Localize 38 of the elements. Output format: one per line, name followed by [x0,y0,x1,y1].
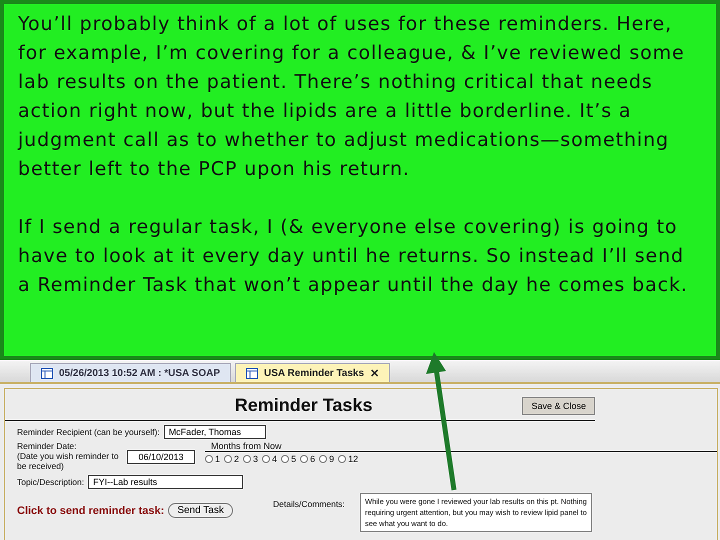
radio-label: 1 [215,454,220,464]
radio-button[interactable] [319,455,328,463]
field-hint: (Date you wish reminder to be received) [17,451,120,471]
save-close-button[interactable]: Save & Close [522,396,595,414]
radio-label: 6 [310,454,316,464]
radio-button[interactable] [338,455,346,463]
close-icon[interactable]: ✕ [370,366,380,380]
radio-button[interactable] [224,455,232,463]
tab[interactable]: USA Reminder Tasks ✕ [235,363,390,382]
radio-label: 3 [253,454,258,464]
radio-label: 12 [348,454,358,464]
months-label: Months from Now [205,441,717,452]
radio-button[interactable] [243,455,252,463]
field-label: Reminder Date: [17,441,78,451]
radio-label: 5 [291,454,296,464]
send-task-button[interactable]: Send Task [168,503,233,518]
radio-label: 2 [234,454,240,464]
send-prompt: Click to send reminder task: [17,504,164,516]
document-icon [246,368,258,378]
document-icon [41,368,53,378]
recipient-field[interactable]: McFader, Thomas [164,425,266,439]
field-label: Topic/Description: [17,477,84,487]
radio-label: 9 [329,454,334,464]
radio-button[interactable] [281,455,290,463]
date-field[interactable]: 06/10/2013 [127,450,195,464]
tab-label: USA Reminder Tasks [264,368,364,378]
radio-label: 4 [272,454,278,464]
radio-button[interactable] [205,455,213,463]
topic-field[interactable]: FYI--Lab results [88,475,244,489]
callout-text: If I send a regular task, I (& everyone else covering) is going to have to look at it every day until he returns. So instead I’ll send a Reminder Task that won’t appear until the day he comes back. [18,215,689,298]
radio-button[interactable] [262,455,270,463]
form-title: Reminder Tasks [234,395,372,416]
tab-label: 05/26/2013 10:52 AM : *USA SOAP [59,368,220,378]
field-label: Reminder Recipient (can be yourself): [17,427,160,437]
radio-button[interactable] [300,455,308,463]
callout-text: You’ll probably think of a lot of uses for these reminders. Here, for example, I’m covering for a colleague, & I’ve reviewed some lab results on the patient. There’s nothing critical that needs action right now, but the lipids are a little borderline. It’s a judgment call as to whether to adjust medications—something better left to the PCP upon his return. [18,12,686,182]
field-label: Details/Comments: [273,499,345,509]
tab[interactable]: 05/26/2013 10:52 AM : *USA SOAP [30,363,232,382]
